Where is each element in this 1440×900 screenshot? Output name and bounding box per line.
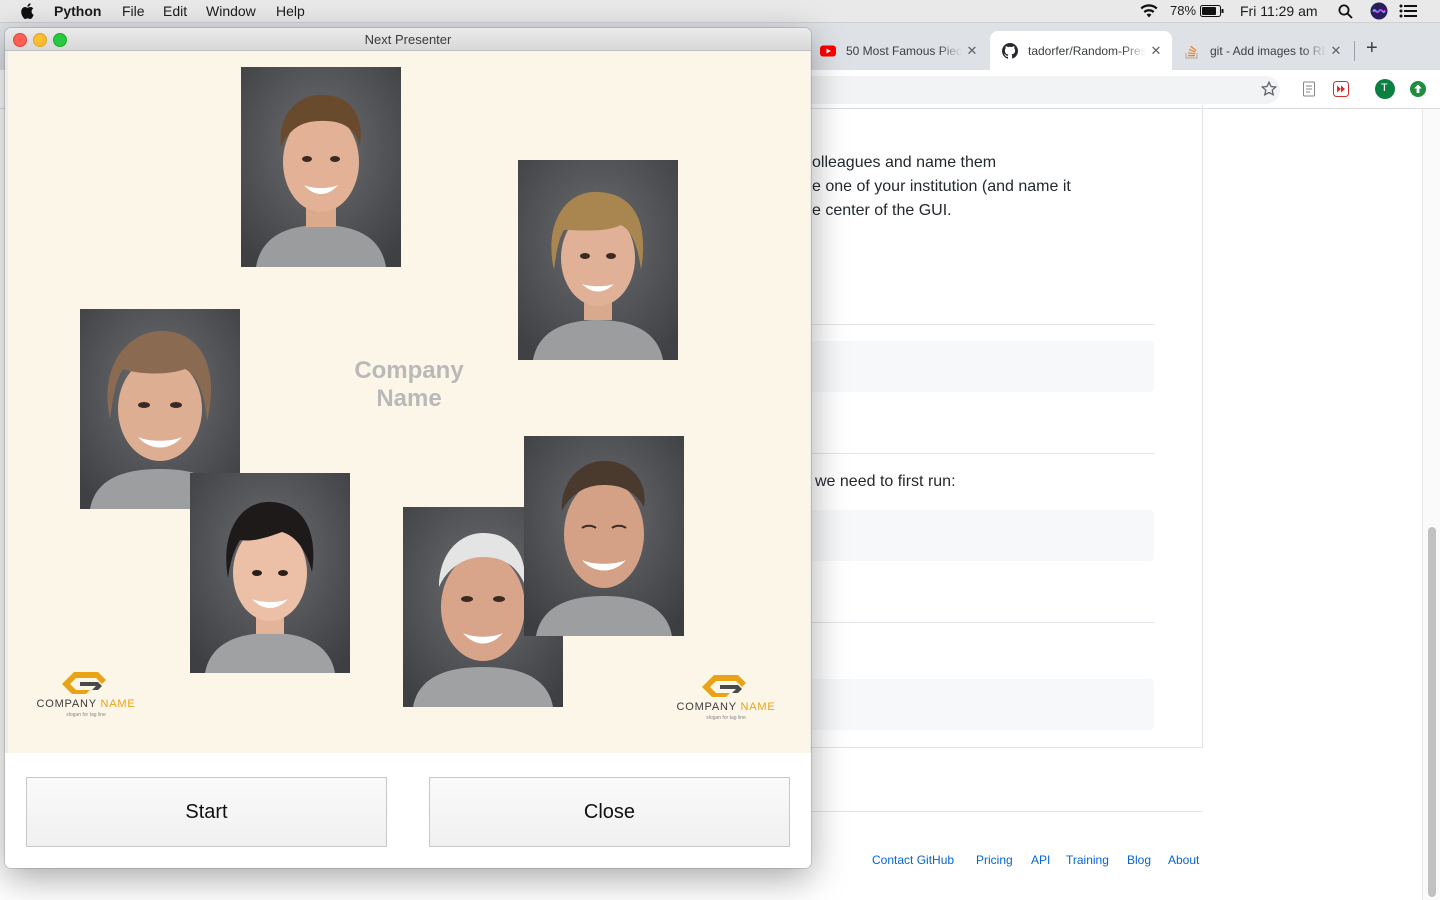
close-tab-icon[interactable]: ✕: [962, 43, 982, 59]
battery-percentage: 78%: [1170, 3, 1197, 18]
company-logo-right: COMPANY NAME slogan for tag line: [666, 673, 786, 729]
stackoverflow-icon: [1185, 45, 1198, 59]
divider: [812, 622, 1154, 623]
logo-company-word: COMPANY: [676, 701, 737, 713]
tab-famous-art[interactable]: 50 Most Famous Pieces of Art ✕: [808, 31, 988, 70]
presenter-photo-middle-aged-man[interactable]: [524, 436, 684, 636]
code-block[interactable]: [812, 510, 1154, 561]
readme-text-line: e center of the GUI.: [812, 202, 952, 219]
youtube-icon: [820, 45, 836, 56]
footer-divider: [812, 811, 1202, 812]
new-tab-button[interactable]: +: [1366, 37, 1378, 60]
readme-text-line: we need to first run:: [815, 473, 956, 490]
company-name-line2: Name: [376, 385, 442, 412]
menu-edit[interactable]: Edit: [163, 3, 187, 19]
company-name-label: Company Name: [339, 357, 479, 413]
presenter-photo-young-man[interactable]: [241, 67, 401, 267]
scrollbar-thumb[interactable]: [1428, 527, 1436, 897]
battery-icon[interactable]: [1200, 5, 1224, 17]
company-logo-icon: [62, 672, 106, 694]
next-presenter-window: Next Presenter Company Name COMPANY NAME…: [5, 28, 811, 868]
divider: [812, 453, 1154, 454]
menu-bar: Python File Edit Window Help 78% Fri 11:…: [0, 0, 1440, 23]
code-block[interactable]: [812, 679, 1154, 730]
logo-name-word: NAME: [100, 698, 136, 710]
close-tab-icon[interactable]: ✕: [1326, 43, 1346, 59]
tab-title: 50 Most Famous Pieces of Art: [846, 43, 962, 58]
start-button[interactable]: Start: [26, 777, 387, 847]
divider: [812, 324, 1154, 325]
footer-link-api[interactable]: API: [1031, 853, 1050, 867]
tab-separator: [1354, 41, 1355, 61]
presenter-canvas: Company Name COMPANY NAME slogan for tag…: [8, 51, 810, 753]
company-name-line1: Company: [354, 357, 464, 384]
menu-file[interactable]: File: [122, 3, 145, 19]
logo-company-word: COMPANY: [36, 698, 97, 710]
tab-title: tadorfer/Random-Presenter: [1028, 43, 1146, 58]
menu-window[interactable]: Window: [206, 3, 256, 19]
logo-tagline: slogan for tag line: [66, 712, 106, 718]
address-bar[interactable]: [800, 76, 1280, 104]
readme-text-line: olleagues and name them: [812, 154, 997, 171]
readme-text-line: e one of your institution (and name it: [812, 178, 1071, 195]
code-block[interactable]: [812, 341, 1154, 392]
media-extension-icon[interactable]: [1333, 81, 1349, 97]
menu-help[interactable]: Help: [276, 3, 305, 19]
footer-link-blog[interactable]: Blog: [1127, 853, 1151, 867]
app-menu-python[interactable]: Python: [54, 3, 101, 19]
tab-random-presenter[interactable]: tadorfer/Random-Presenter ✕: [990, 31, 1172, 70]
button-bar: Start Close: [5, 753, 811, 868]
footer-link-training[interactable]: Training: [1066, 853, 1109, 867]
window-titlebar[interactable]: Next Presenter: [5, 28, 811, 51]
company-logo-left: COMPANY NAME slogan for tag line: [26, 670, 146, 726]
bookmark-star-icon[interactable]: [1261, 81, 1277, 97]
siri-icon[interactable]: [1370, 2, 1388, 20]
tab-title: git - Add images to README.md: [1210, 43, 1326, 58]
presenter-photo-dark-haired-woman[interactable]: [190, 473, 350, 673]
presenter-photo-blonde-woman[interactable]: [518, 160, 678, 360]
profile-initial: T: [1381, 82, 1388, 94]
footer-link-pricing[interactable]: Pricing: [976, 853, 1013, 867]
close-button[interactable]: Close: [429, 777, 790, 847]
close-tab-icon[interactable]: ✕: [1146, 43, 1166, 59]
tab-git-add-images[interactable]: git - Add images to README.md ✕: [1172, 31, 1352, 70]
spotlight-search-icon[interactable]: [1338, 4, 1353, 19]
github-icon: [1002, 42, 1018, 59]
menubar-clock[interactable]: Fri 11:29 am: [1240, 3, 1318, 19]
update-arrow-icon[interactable]: [1410, 81, 1426, 97]
window-title: Next Presenter: [364, 32, 452, 47]
wifi-icon[interactable]: [1139, 3, 1159, 19]
logo-tagline: slogan for tag line: [706, 715, 746, 721]
reader-extension-icon[interactable]: [1301, 81, 1317, 97]
notification-center-icon[interactable]: [1399, 4, 1417, 18]
footer-link-contact[interactable]: Contact GitHub: [872, 853, 954, 867]
footer-link-about[interactable]: About: [1168, 853, 1199, 867]
apple-icon[interactable]: [20, 3, 34, 19]
logo-name-word: NAME: [740, 701, 776, 713]
company-logo-icon: [702, 675, 746, 697]
